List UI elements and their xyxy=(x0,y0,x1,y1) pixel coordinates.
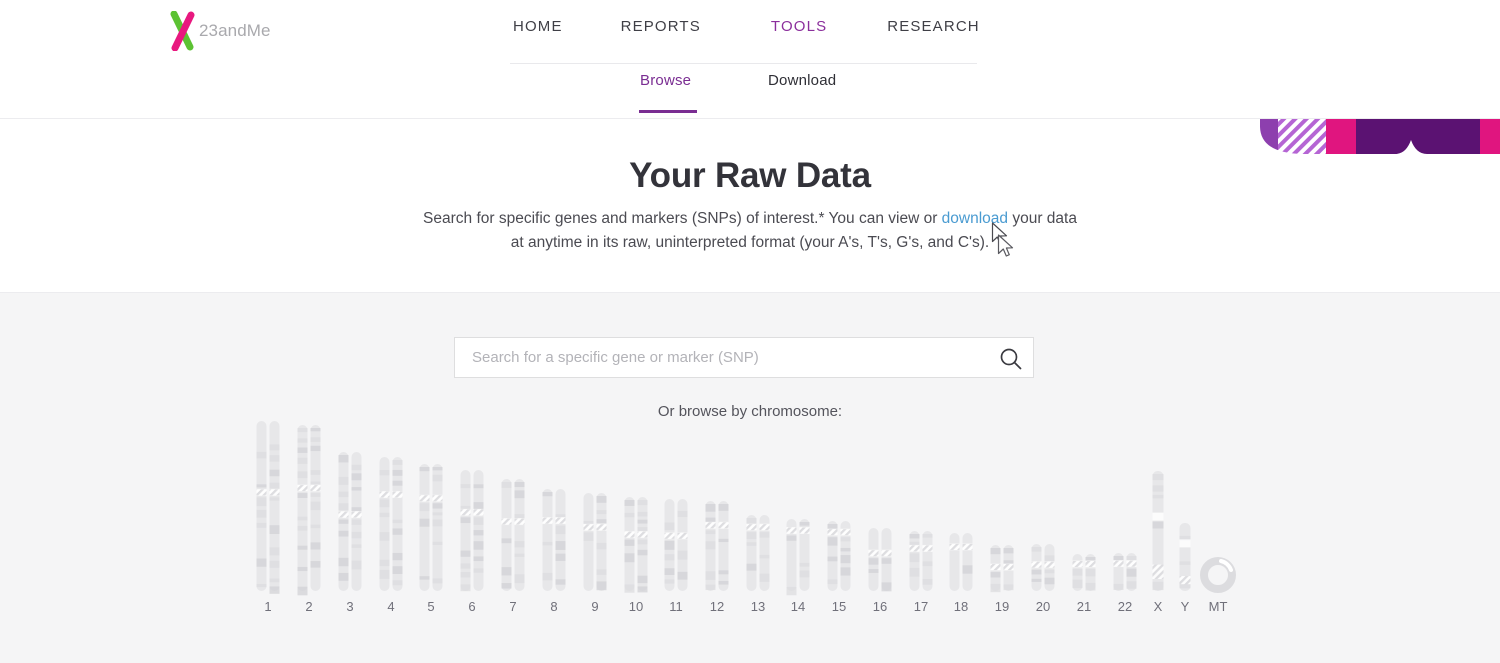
main-navigation: HOME REPORTS TOOLS RESEARCH xyxy=(495,18,998,35)
chromosome-Y[interactable]: Y xyxy=(1179,523,1191,614)
chromosome-label-12: 12 xyxy=(710,599,724,614)
chromosome-label-MT: MT xyxy=(1209,599,1228,614)
chromosome-label-4: 4 xyxy=(387,599,394,614)
chromosome-label-3: 3 xyxy=(346,599,353,614)
chromosome-label-16: 16 xyxy=(873,599,887,614)
chromosome-18[interactable]: 18 xyxy=(949,533,973,614)
chromosome-label-9: 9 xyxy=(591,599,598,614)
download-link[interactable]: download xyxy=(942,210,1008,227)
chromosome-ideogram: 1 2 3 4 5 6 7 8 9 10 11 12 13 14 15 16 17 18 19 20 21 22 X Y MT xyxy=(0,418,1500,618)
search-icon xyxy=(1000,348,1022,370)
chromosome-label-1: 1 xyxy=(264,599,271,614)
chromosome-label-X: X xyxy=(1154,599,1163,614)
chromosome-21[interactable]: 21 xyxy=(1072,554,1096,614)
chromosome-1[interactable]: 1 xyxy=(256,421,280,614)
brand-name: 23andMe xyxy=(199,21,271,40)
chromosome-9[interactable]: 9 xyxy=(583,493,607,614)
chromosome-label-18: 18 xyxy=(954,599,968,614)
chromosome-4[interactable]: 4 xyxy=(379,457,403,614)
chromosome-label-Y: Y xyxy=(1181,599,1190,614)
nav-item-tools[interactable]: TOOLS xyxy=(753,18,845,35)
site-header: 23andMe HOME REPORTS TOOLS RESEARCH 0 Br… xyxy=(0,0,1500,119)
chromosome-2[interactable]: 2 xyxy=(297,425,321,614)
chromosome-12[interactable]: 12 xyxy=(705,501,729,614)
chromosome-label-5: 5 xyxy=(427,599,434,614)
header-bottom-border xyxy=(0,118,1500,119)
chromosome-X[interactable]: X xyxy=(1152,471,1164,614)
page-title: Your Raw Data xyxy=(629,156,871,195)
chromosome-label-15: 15 xyxy=(832,599,846,614)
chromosome-22[interactable]: 22 xyxy=(1113,553,1137,614)
chromosome-label-6: 6 xyxy=(468,599,475,614)
browse-section: Or browse by chromosome: 123456789101112… xyxy=(0,292,1500,663)
chromosome-x-icon xyxy=(170,11,195,51)
nav-item-research[interactable]: RESEARCH xyxy=(869,18,998,35)
chromosome-19[interactable]: 19 xyxy=(990,545,1014,614)
user-zone: 0 xyxy=(1080,14,1500,54)
chromosome-10[interactable]: 10 xyxy=(624,497,648,614)
chromosome-label-10: 10 xyxy=(629,599,643,614)
chromosome-label-17: 17 xyxy=(914,599,928,614)
description-text-after: your data xyxy=(1008,210,1077,227)
description-text-before: Search for specific genes and markers (S… xyxy=(423,210,942,227)
chromosome-label-13: 13 xyxy=(751,599,765,614)
chromosome-17[interactable]: 17 xyxy=(909,531,933,614)
sub-navigation: Browse Download xyxy=(510,72,980,117)
search-button[interactable] xyxy=(997,345,1025,373)
chromosome-label-2: 2 xyxy=(305,599,312,614)
chromosome-5[interactable]: 5 xyxy=(419,464,443,614)
description-line-2: at anytime in its raw, uninterpreted for… xyxy=(510,234,990,251)
raw-data-browse-page: 23andMe HOME REPORTS TOOLS RESEARCH 0 Br… xyxy=(0,0,1500,663)
chromosome-6[interactable]: 6 xyxy=(460,470,484,614)
search-box xyxy=(454,337,1034,378)
chromosome-MT[interactable]: MT xyxy=(1200,557,1236,614)
tab-active-indicator xyxy=(639,110,697,113)
chromosome-label-8: 8 xyxy=(550,599,557,614)
chromosome-20[interactable]: 20 xyxy=(1031,544,1055,614)
chromosome-16[interactable]: 16 xyxy=(868,528,892,614)
page-description: Search for specific genes and markers (S… xyxy=(400,207,1100,255)
chromosome-label-20: 20 xyxy=(1036,599,1050,614)
chromosome-label-21: 21 xyxy=(1077,599,1091,614)
nav-item-reports[interactable]: REPORTS xyxy=(603,18,719,35)
nav-item-home[interactable]: HOME xyxy=(495,18,581,35)
search-input[interactable] xyxy=(455,338,995,377)
chromosome-15[interactable]: 15 xyxy=(827,521,851,614)
brand-logo[interactable]: 23andMe xyxy=(168,10,271,52)
chromosome-label-7: 7 xyxy=(509,599,516,614)
tab-browse[interactable]: Browse xyxy=(640,72,691,102)
chromosome-11[interactable]: 11 xyxy=(664,499,688,614)
chromosome-label-11: 11 xyxy=(669,599,683,614)
chromosome-3[interactable]: 3 xyxy=(338,452,362,614)
chromosome-7[interactable]: 7 xyxy=(501,479,525,614)
chromosome-8[interactable]: 8 xyxy=(542,489,566,614)
chromosome-13[interactable]: 13 xyxy=(746,515,770,614)
tab-download[interactable]: Download xyxy=(768,72,836,102)
chromosome-14[interactable]: 14 xyxy=(786,519,810,614)
chromosome-label-22: 22 xyxy=(1118,599,1132,614)
chromosome-label-14: 14 xyxy=(791,599,805,614)
chromosome-label-19: 19 xyxy=(995,599,1009,614)
subnav-divider xyxy=(510,63,977,64)
